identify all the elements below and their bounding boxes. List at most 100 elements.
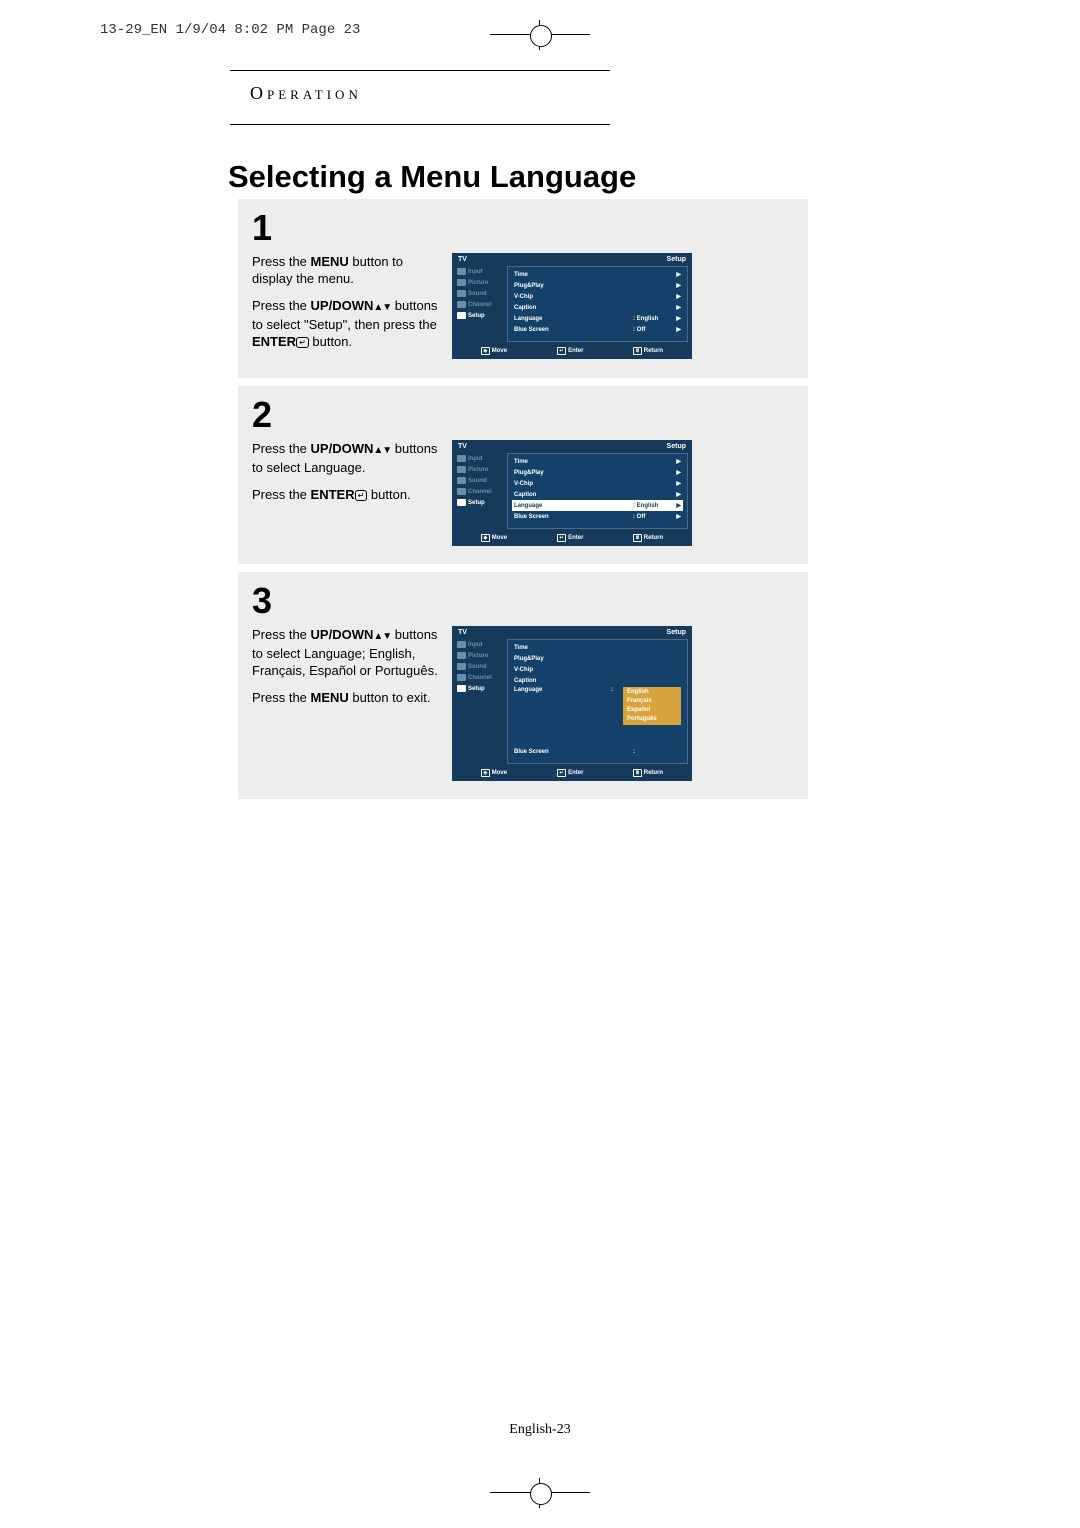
input-icon <box>457 268 466 275</box>
step-block: 2Press the UP/DOWN▲▼ buttons to select L… <box>238 386 808 564</box>
osd-row: Time <box>512 642 683 653</box>
crop-mark-top <box>490 20 590 50</box>
osd-row: Caption▶ <box>512 302 683 313</box>
osd-side-item: Setup <box>456 310 504 321</box>
sound-icon <box>457 477 466 484</box>
move-icon: ◆ <box>481 347 490 355</box>
osd-main-panel: TimePlug&PlayV-ChipCaptionLanguage:Engli… <box>507 639 688 764</box>
language-option: Español <box>627 706 677 715</box>
input-icon <box>457 455 466 462</box>
channel-icon <box>457 301 466 308</box>
osd-side-item: Picture <box>456 650 504 661</box>
osd-main-panel: Time▶Plug&Play▶V-Chip▶Caption▶Language: … <box>507 266 688 342</box>
page-number: English-23 <box>509 1422 570 1438</box>
picture-icon <box>457 652 466 659</box>
osd-row: Plug&Play▶ <box>512 467 683 478</box>
osd-footer: ◆Move↵EnterⅢReturn <box>452 766 692 781</box>
step-instructions: Press the UP/DOWN▲▼ buttons to select La… <box>252 626 442 716</box>
step-instructions: Press the MENU button to display the men… <box>252 253 442 360</box>
osd-side-tabs: InputPictureSoundChannelSetup <box>456 266 504 342</box>
osd-row: V-Chip▶ <box>512 478 683 489</box>
osd-row: V-Chip <box>512 664 683 675</box>
osd-menu: TVSetupInputPictureSoundChannelSetupTime… <box>452 440 692 546</box>
language-option: Français <box>627 697 677 706</box>
osd-side-item: Input <box>456 639 504 650</box>
channel-icon <box>457 488 466 495</box>
osd-row: Language: English▶ <box>512 313 683 324</box>
up-down-arrow-icon: ▲▼ <box>373 445 391 456</box>
osd-footer: ◆Move↵EnterⅢReturn <box>452 531 692 546</box>
section-heading-box: Operation <box>230 70 610 125</box>
osd-title-left: TV <box>458 443 467 450</box>
section-heading: Operation <box>250 83 362 103</box>
move-icon: ◆ <box>481 534 490 542</box>
return-icon: Ⅲ <box>633 347 641 355</box>
osd-row: Language: English▶ <box>512 500 683 511</box>
step-block: 3Press the UP/DOWN▲▼ buttons to select L… <box>238 572 808 799</box>
osd-menu: TVSetupInputPictureSoundChannelSetupTime… <box>452 626 692 781</box>
setup-icon <box>457 499 466 506</box>
sound-icon <box>457 663 466 670</box>
picture-icon <box>457 466 466 473</box>
enter-icon: ↵ <box>355 490 368 501</box>
osd-side-tabs: InputPictureSoundChannelSetup <box>456 639 504 764</box>
osd-footer: ◆Move↵EnterⅢReturn <box>452 344 692 359</box>
step-number: 3 <box>252 580 794 622</box>
osd-side-item: Input <box>456 453 504 464</box>
osd-row: Caption▶ <box>512 489 683 500</box>
return-icon: Ⅲ <box>633 769 641 777</box>
osd-side-item: Setup <box>456 683 504 694</box>
crop-mark-bottom <box>490 1478 590 1508</box>
osd-side-item: Channel <box>456 486 504 497</box>
osd-side-item: Channel <box>456 299 504 310</box>
step-instructions: Press the UP/DOWN▲▼ buttons to select La… <box>252 440 442 513</box>
language-option: Português <box>627 715 677 724</box>
channel-icon <box>457 674 466 681</box>
osd-row: Blue Screen: Off▶ <box>512 511 683 522</box>
return-icon: Ⅲ <box>633 534 641 542</box>
osd-side-item: Setup <box>456 497 504 508</box>
setup-icon <box>457 312 466 319</box>
step-number: 2 <box>252 394 794 436</box>
steps-container: 1Press the MENU button to display the me… <box>238 199 808 799</box>
osd-side-tabs: InputPictureSoundChannelSetup <box>456 453 504 529</box>
osd-title-right: Setup <box>667 443 686 450</box>
language-option: English <box>627 688 677 697</box>
osd-title-right: Setup <box>667 629 686 636</box>
enter-icon: ↵ <box>557 534 566 542</box>
osd-row: Blue Screen: <box>512 746 683 757</box>
step-number: 1 <box>252 207 794 249</box>
input-icon <box>457 641 466 648</box>
osd-row: Time▶ <box>512 456 683 467</box>
osd-menu: TVSetupInputPictureSoundChannelSetupTime… <box>452 253 692 359</box>
osd-title-left: TV <box>458 629 467 636</box>
osd-side-item: Channel <box>456 672 504 683</box>
enter-icon: ↵ <box>557 769 566 777</box>
up-down-arrow-icon: ▲▼ <box>373 631 391 642</box>
osd-side-item: Picture <box>456 277 504 288</box>
osd-row: Plug&Play <box>512 653 683 664</box>
osd-row: Caption <box>512 675 683 686</box>
osd-row: Blue Screen: Off▶ <box>512 324 683 335</box>
osd-side-item: Sound <box>456 475 504 486</box>
page-content: Operation Selecting a Menu Language 1Pre… <box>130 70 950 1420</box>
osd-side-item: Picture <box>456 464 504 475</box>
osd-side-item: Sound <box>456 288 504 299</box>
enter-icon: ↵ <box>557 347 566 355</box>
osd-row: Time▶ <box>512 269 683 280</box>
osd-main-panel: Time▶Plug&Play▶V-Chip▶Caption▶Language: … <box>507 453 688 529</box>
sound-icon <box>457 290 466 297</box>
move-icon: ◆ <box>481 769 490 777</box>
up-down-arrow-icon: ▲▼ <box>373 302 391 313</box>
osd-row: V-Chip▶ <box>512 291 683 302</box>
enter-icon: ↵ <box>296 337 309 348</box>
osd-side-item: Sound <box>456 661 504 672</box>
step-block: 1Press the MENU button to display the me… <box>238 199 808 378</box>
osd-title-right: Setup <box>667 256 686 263</box>
language-dropdown: EnglishFrançaisEspañolPortuguês <box>623 687 681 725</box>
osd-row: Plug&Play▶ <box>512 280 683 291</box>
osd-side-item: Input <box>456 266 504 277</box>
print-header: 13-29_EN 1/9/04 8:02 PM Page 23 <box>100 22 360 38</box>
setup-icon <box>457 685 466 692</box>
picture-icon <box>457 279 466 286</box>
